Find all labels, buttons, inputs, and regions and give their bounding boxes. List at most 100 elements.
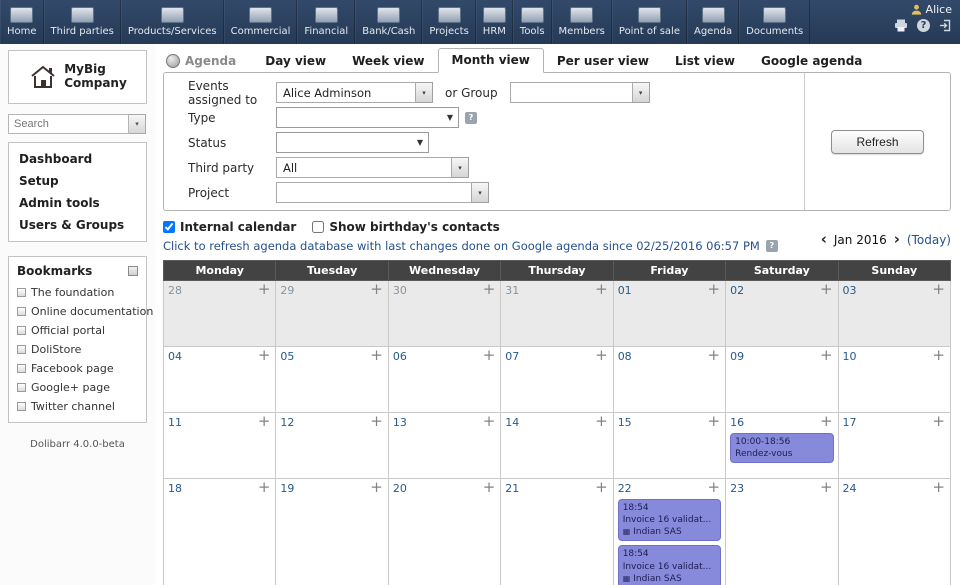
birthday-contacts-option[interactable]: Show birthday's contacts <box>312 220 499 234</box>
add-event-button[interactable]: + <box>258 284 271 295</box>
day-number[interactable]: 29 <box>280 284 294 297</box>
day-number[interactable]: 20 <box>393 482 407 495</box>
add-event-button[interactable]: + <box>820 482 833 493</box>
internal-calendar-option[interactable]: Internal calendar <box>163 220 296 234</box>
tab-week-view[interactable]: Week view <box>339 50 437 73</box>
add-event-button[interactable]: + <box>595 416 608 427</box>
day-number[interactable]: 15 <box>618 416 632 429</box>
calendar-day-cell[interactable]: 13+ <box>388 413 500 479</box>
add-event-button[interactable]: + <box>595 284 608 295</box>
google-refresh-help-icon[interactable]: ? <box>766 240 778 252</box>
add-event-button[interactable]: + <box>932 284 945 295</box>
day-number[interactable]: 18 <box>168 482 182 495</box>
day-number[interactable]: 09 <box>730 350 744 363</box>
day-number[interactable]: 11 <box>168 416 182 429</box>
add-event-button[interactable]: + <box>820 350 833 361</box>
add-event-button[interactable]: + <box>708 350 721 361</box>
day-number[interactable]: 28 <box>168 284 182 297</box>
day-number[interactable]: 10 <box>843 350 857 363</box>
today-link[interactable]: (Today) <box>907 233 951 247</box>
add-event-button[interactable]: + <box>708 284 721 295</box>
day-number[interactable]: 01 <box>618 284 632 297</box>
calendar-day-cell[interactable]: 01 + <box>613 281 725 347</box>
event-chip[interactable]: 18:54Invoice 16 validat...▦Indian SAS <box>618 499 721 541</box>
logout-icon[interactable] <box>939 19 952 32</box>
add-event-button[interactable]: + <box>258 416 271 427</box>
nav-item-agenda[interactable]: Agenda <box>687 0 739 44</box>
bookmark-item-facebook-page[interactable]: Facebook page <box>9 359 146 378</box>
calendar-day-cell[interactable]: 21 + <box>501 479 613 585</box>
nav-item-projects[interactable]: Projects <box>422 0 475 44</box>
google-refresh-link[interactable]: Click to refresh agenda database with la… <box>163 239 778 253</box>
tab-month-view[interactable]: Month view <box>438 48 544 73</box>
day-number[interactable]: 23 <box>730 482 744 495</box>
add-event-button[interactable]: + <box>483 284 496 295</box>
day-number[interactable]: 14 <box>505 416 519 429</box>
calendar-day-cell[interactable]: 20 + <box>388 479 500 585</box>
event-chip[interactable]: 18:54Invoice 16 validat...▦Indian SAS <box>618 545 721 585</box>
type-select[interactable]: ▼ <box>276 107 459 128</box>
nav-item-third-parties[interactable]: Third parties <box>44 0 121 44</box>
bookmark-item-google-page[interactable]: Google+ page <box>9 378 146 397</box>
add-event-button[interactable]: + <box>258 350 271 361</box>
tab-per-user-view[interactable]: Per user view <box>544 50 662 73</box>
bookmark-item-the-foundation[interactable]: The foundation <box>9 283 146 302</box>
status-select[interactable]: ▼ <box>276 132 429 153</box>
add-event-button[interactable]: + <box>708 482 721 493</box>
add-event-button[interactable]: + <box>708 416 721 427</box>
day-number[interactable]: 31 <box>505 284 519 297</box>
next-month-button[interactable]: › <box>894 234 900 245</box>
help-icon[interactable]: ? <box>917 19 930 32</box>
add-event-button[interactable]: + <box>820 284 833 295</box>
nav-item-point-of-sale[interactable]: Point of sale <box>612 0 687 44</box>
calendar-day-cell[interactable]: 14 + <box>501 413 613 479</box>
calendar-day-cell[interactable]: 07+ <box>501 347 613 413</box>
user-menu[interactable]: Alice <box>911 3 952 16</box>
calendar-day-cell[interactable]: 10+ <box>838 347 950 413</box>
sidebar-item-users-groups[interactable]: Users & Groups <box>9 214 146 236</box>
calendar-day-cell[interactable]: 02 + <box>726 281 838 347</box>
add-event-button[interactable]: + <box>370 284 383 295</box>
add-event-button[interactable]: + <box>483 416 496 427</box>
calendar-day-cell[interactable]: 23 + <box>726 479 838 585</box>
calendar-day-cell[interactable]: 18 + <box>164 479 276 585</box>
sidebar-item-setup[interactable]: Setup <box>9 170 146 192</box>
day-number[interactable]: 21 <box>505 482 519 495</box>
calendar-day-cell[interactable]: 11 + <box>164 413 276 479</box>
calendar-day-cell[interactable]: 29 + <box>276 281 388 347</box>
add-bookmark-icon[interactable] <box>128 266 138 276</box>
add-event-button[interactable]: + <box>258 482 271 493</box>
tab-day-view[interactable]: Day view <box>252 50 339 73</box>
print-icon[interactable] <box>894 19 908 32</box>
add-event-button[interactable]: + <box>370 350 383 361</box>
bookmark-item-twitter-channel[interactable]: Twitter channel <box>9 397 146 416</box>
day-number[interactable]: 30 <box>393 284 407 297</box>
nav-item-home[interactable]: Home <box>0 0 44 44</box>
add-event-button[interactable]: + <box>483 482 496 493</box>
assigned-dropdown-icon[interactable]: ▾ <box>416 82 433 103</box>
add-event-button[interactable]: + <box>483 350 496 361</box>
add-event-button[interactable]: + <box>595 350 608 361</box>
sidebar-item-admin-tools[interactable]: Admin tools <box>9 192 146 214</box>
add-event-button[interactable]: + <box>595 482 608 493</box>
calendar-day-cell[interactable]: 17+ <box>838 413 950 479</box>
bookmark-item-official-portal[interactable]: Official portal <box>9 321 146 340</box>
project-select[interactable]: ▾ <box>276 182 489 203</box>
sidebar-item-dashboard[interactable]: Dashboard <box>9 148 146 170</box>
nav-item-financial[interactable]: Financial <box>297 0 355 44</box>
third-party-select[interactable]: All ▾ <box>276 157 469 178</box>
day-number[interactable]: 02 <box>730 284 744 297</box>
event-chip[interactable]: 10:00-18:56Rendez-vous <box>730 433 833 463</box>
group-dropdown-icon[interactable]: ▾ <box>633 82 650 103</box>
nav-item-bank-cash[interactable]: Bank/Cash <box>355 0 422 44</box>
nav-item-tools[interactable]: Tools <box>513 0 552 44</box>
calendar-day-cell[interactable]: 08+ <box>613 347 725 413</box>
calendar-day-cell[interactable]: 31 + <box>501 281 613 347</box>
calendar-day-cell[interactable]: 06+ <box>388 347 500 413</box>
birthday-contacts-checkbox[interactable] <box>312 221 324 233</box>
day-number[interactable]: 03 <box>843 284 857 297</box>
add-event-button[interactable]: + <box>370 482 383 493</box>
nav-item-commercial[interactable]: Commercial <box>224 0 298 44</box>
calendar-day-cell[interactable]: 15 + <box>613 413 725 479</box>
calendar-day-cell[interactable]: 19+ <box>276 479 388 585</box>
